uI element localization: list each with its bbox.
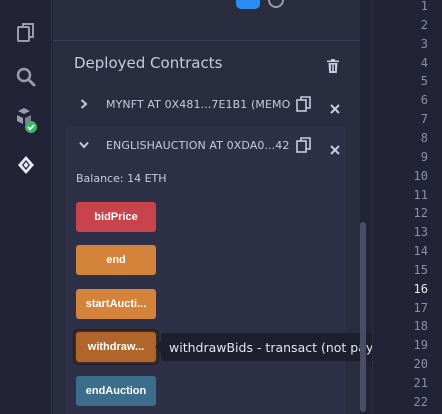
line-number: 7 xyxy=(420,112,428,127)
line-number: 16 xyxy=(413,281,428,296)
section-title: Deployed Contracts xyxy=(74,54,223,72)
balance-label: Balance: 14 ETH xyxy=(76,172,167,185)
line-number: 19 xyxy=(413,338,428,353)
line-number: 18 xyxy=(413,319,428,334)
line-number: 15 xyxy=(413,262,428,277)
deploy-run-icon[interactable] xyxy=(13,152,39,178)
contract-name: ENGLISHAUCTION AT 0XDA0...42E xyxy=(106,138,290,152)
line-number: 10 xyxy=(413,168,428,183)
line-number: 6 xyxy=(420,93,428,108)
line-number: 5 xyxy=(420,74,428,89)
withdrawbids-button[interactable]: withdraw... xyxy=(74,330,158,364)
toggle-indicator[interactable] xyxy=(236,0,260,9)
startauction-button[interactable]: startAucti... xyxy=(76,289,156,319)
contract-row-mynft[interactable]: MYNFT AT 0X481...7E1B1 (MEMORY) xyxy=(66,88,346,120)
copy-icon[interactable] xyxy=(296,137,312,153)
close-icon[interactable] xyxy=(330,99,340,114)
line-number: 22 xyxy=(413,394,428,409)
editor-gutter: 1234567891011121314151617181920212223 xyxy=(372,0,442,414)
search-icon[interactable] xyxy=(13,64,39,90)
chevron-down-icon[interactable] xyxy=(76,141,92,149)
tooltip: withdrawBids - transact (not payable) xyxy=(161,333,408,361)
close-icon[interactable] xyxy=(330,140,340,155)
line-number: 12 xyxy=(413,206,428,221)
contract-row-englishauction[interactable]: ENGLISHAUCTION AT 0XDA0...42E xyxy=(66,129,346,161)
line-number: 3 xyxy=(420,36,428,51)
line-number: 13 xyxy=(413,225,428,240)
panel-scrollbar[interactable] xyxy=(360,222,366,412)
compiler-icon[interactable] xyxy=(13,108,39,134)
contract-name: MYNFT AT 0X481...7E1B1 (MEMORY) xyxy=(106,97,290,111)
line-number: 1 xyxy=(420,0,428,13)
chevron-right-icon[interactable] xyxy=(76,99,92,109)
file-explorer-icon[interactable] xyxy=(13,20,39,46)
copy-icon[interactable] xyxy=(296,96,312,112)
line-number: 20 xyxy=(413,357,428,372)
line-number: 17 xyxy=(413,300,428,315)
endauction-button[interactable]: endAuction xyxy=(76,376,156,406)
end-button[interactable]: end xyxy=(76,245,156,275)
line-number: 14 xyxy=(413,244,428,259)
line-number: 8 xyxy=(420,130,428,145)
line-number: 4 xyxy=(420,55,428,70)
divider xyxy=(53,40,360,41)
trash-icon[interactable] xyxy=(327,58,339,77)
line-number: 21 xyxy=(413,376,428,390)
line-number: 2 xyxy=(420,17,428,32)
bidprice-button[interactable]: bidPrice xyxy=(76,202,156,232)
line-number: 9 xyxy=(420,149,428,164)
line-number: 11 xyxy=(413,187,428,202)
icon-rail xyxy=(0,0,52,414)
